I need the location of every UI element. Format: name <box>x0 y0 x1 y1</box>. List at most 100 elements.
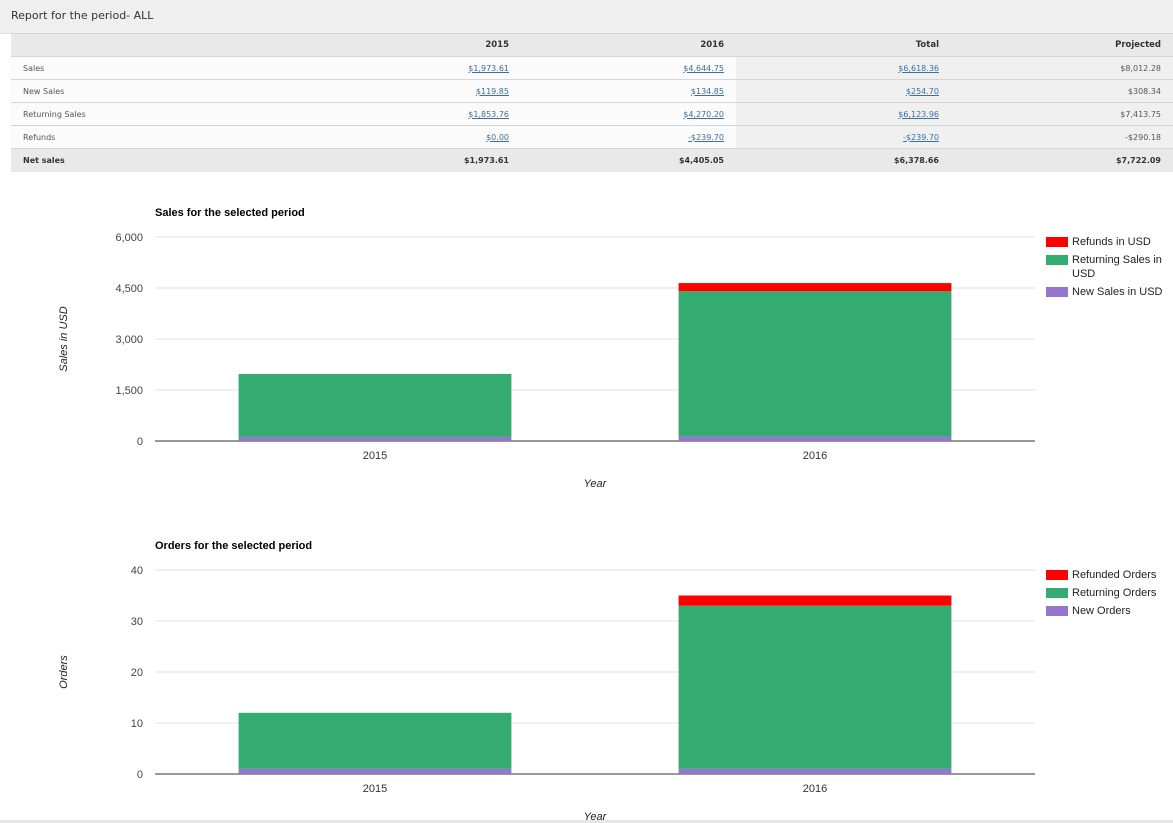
bar-segment <box>678 436 952 441</box>
sales-chart-legend: Refunds in USD Returning Sales in USD New … <box>1046 235 1171 303</box>
page-title: Report for the period- ALL <box>11 9 154 22</box>
y-tick-label: 0 <box>137 769 143 781</box>
cell-2016: $4,644.75 <box>521 56 736 80</box>
legend-item: Returning Orders <box>1046 586 1171 600</box>
cell-2016: -$239.70 <box>521 125 736 149</box>
row-label: Returning Sales <box>11 102 311 126</box>
cell-projected: $7,413.75 <box>951 102 1173 126</box>
legend-label: New Orders <box>1072 605 1131 617</box>
value-link[interactable]: $119.85 <box>476 87 509 96</box>
legend-swatch <box>1046 287 1068 297</box>
legend-label: Returning Sales in USD <box>1072 254 1162 280</box>
sales-chart: Sales for the selected period 0 1,500 3,000… <box>0 195 1173 500</box>
report-table: 2015 2016 Total Projected Sales $1,973.6… <box>11 33 1173 172</box>
y-tick-label: 20 <box>131 667 143 679</box>
legend-label: Refunded Orders <box>1072 569 1157 581</box>
x-tick-label: 2015 <box>363 450 387 462</box>
legend-swatch <box>1046 570 1068 580</box>
value-link[interactable]: $254.70 <box>906 87 939 96</box>
cell-projected: $8,012.28 <box>951 56 1173 80</box>
bar-segment <box>678 283 952 292</box>
value-link[interactable]: $0.00 <box>486 133 509 142</box>
bar-segment <box>238 712 512 769</box>
divider <box>11 171 1173 172</box>
cell-projected: $7,722.09 <box>951 148 1173 172</box>
value-link[interactable]: $1,973.61 <box>468 64 509 73</box>
table-row: Refunds $0.00 -$239.70 -$239.70 -$290.18 <box>11 125 1173 149</box>
row-label: Refunds <box>11 125 311 149</box>
value-link[interactable]: $4,644.75 <box>683 64 724 73</box>
orders-chart: Orders for the selected period 0 10 20 30 40 O… <box>0 528 1173 823</box>
cell-2015: $1,973.61 <box>311 56 521 80</box>
y-tick-label: 10 <box>131 718 143 730</box>
cell-2016: $134.85 <box>521 79 736 103</box>
bar-segment <box>678 605 952 769</box>
chart-title: Sales for the selected period <box>155 207 305 219</box>
cell-projected: -$290.18 <box>951 125 1173 149</box>
x-tick-label: 2016 <box>803 450 827 462</box>
bar-segment <box>238 436 512 441</box>
value-link[interactable]: $6,123.96 <box>898 110 939 119</box>
legend-item: Refunds in USD <box>1046 235 1171 249</box>
row-label: Sales <box>11 56 311 80</box>
column-header-projected: Projected <box>951 33 1173 57</box>
column-header-2015: 2015 <box>311 33 521 57</box>
y-axis-label: Orders <box>58 655 70 689</box>
legend-label: New Sales in USD <box>1072 286 1163 298</box>
bar-segment <box>238 373 512 437</box>
x-tick-label: 2016 <box>803 783 827 795</box>
bar-segment <box>678 768 952 774</box>
bar-segment <box>678 291 952 437</box>
value-link[interactable]: $1,853.76 <box>468 110 509 119</box>
legend-swatch <box>1046 237 1068 247</box>
orders-chart-legend: Refunded Orders Returning Orders New Order… <box>1046 568 1171 622</box>
value-link[interactable]: -$239.70 <box>688 133 724 142</box>
sales-chart-svg: Sales for the selected period 0 1,500 3,000… <box>58 207 1035 490</box>
legend-item: New Sales in USD <box>1046 285 1171 299</box>
y-tick-label: 0 <box>137 436 143 448</box>
row-label: New Sales <box>11 79 311 103</box>
x-axis-label: Year <box>584 478 608 490</box>
y-tick-label: 3,000 <box>115 334 143 346</box>
cell-2015: $1,853.76 <box>311 102 521 126</box>
net-sales-row: Net sales $1,973.61 $4,405.05 $6,378.66 … <box>11 148 1173 172</box>
column-header <box>11 33 311 57</box>
legend-swatch <box>1046 255 1068 265</box>
value-link[interactable]: $6,618.36 <box>898 64 939 73</box>
legend-label: Refunds in USD <box>1072 236 1151 248</box>
legend-swatch <box>1046 606 1068 616</box>
column-header-2016: 2016 <box>521 33 736 57</box>
table-header-row: 2015 2016 Total Projected <box>11 33 1173 57</box>
y-tick-label: 4,500 <box>115 283 143 295</box>
legend-item: Returning Sales in USD <box>1046 253 1171 281</box>
legend-item: Refunded Orders <box>1046 568 1171 582</box>
cell-2015: $1,973.61 <box>311 148 521 172</box>
orders-chart-svg: Orders for the selected period 0 10 20 30 40 O… <box>58 540 1035 823</box>
y-axis-label: Sales in USD <box>58 306 70 371</box>
cell-projected: $308.34 <box>951 79 1173 103</box>
table-row: Sales $1,973.61 $4,644.75 $6,618.36 $8,0… <box>11 56 1173 80</box>
cell-2015: $119.85 <box>311 79 521 103</box>
page-header: Report for the period- ALL <box>0 0 1173 34</box>
value-link[interactable]: $4,270.20 <box>683 110 724 119</box>
bar-segment <box>678 595 952 606</box>
legend-label: Returning Orders <box>1072 587 1157 599</box>
table-row: New Sales $119.85 $134.85 $254.70 $308.3… <box>11 79 1173 103</box>
report-table-container: 2015 2016 Total Projected Sales $1,973.6… <box>11 33 1173 172</box>
value-link[interactable]: $134.85 <box>691 87 724 96</box>
y-tick-label: 1,500 <box>115 385 143 397</box>
cell-total: $6,618.36 <box>736 56 951 80</box>
chart-title: Orders for the selected period <box>155 540 312 552</box>
x-tick-label: 2015 <box>363 783 387 795</box>
y-tick-label: 30 <box>131 616 143 628</box>
cell-2016: $4,270.20 <box>521 102 736 126</box>
column-header-total: Total <box>736 33 951 57</box>
bar-segment <box>238 768 512 774</box>
value-link[interactable]: -$239.70 <box>903 133 939 142</box>
cell-total: $254.70 <box>736 79 951 103</box>
cell-2016: $4,405.05 <box>521 148 736 172</box>
y-tick-label: 40 <box>131 565 143 577</box>
y-tick-label: 6,000 <box>115 232 143 244</box>
legend-swatch <box>1046 588 1068 598</box>
legend-item: New Orders <box>1046 604 1171 618</box>
